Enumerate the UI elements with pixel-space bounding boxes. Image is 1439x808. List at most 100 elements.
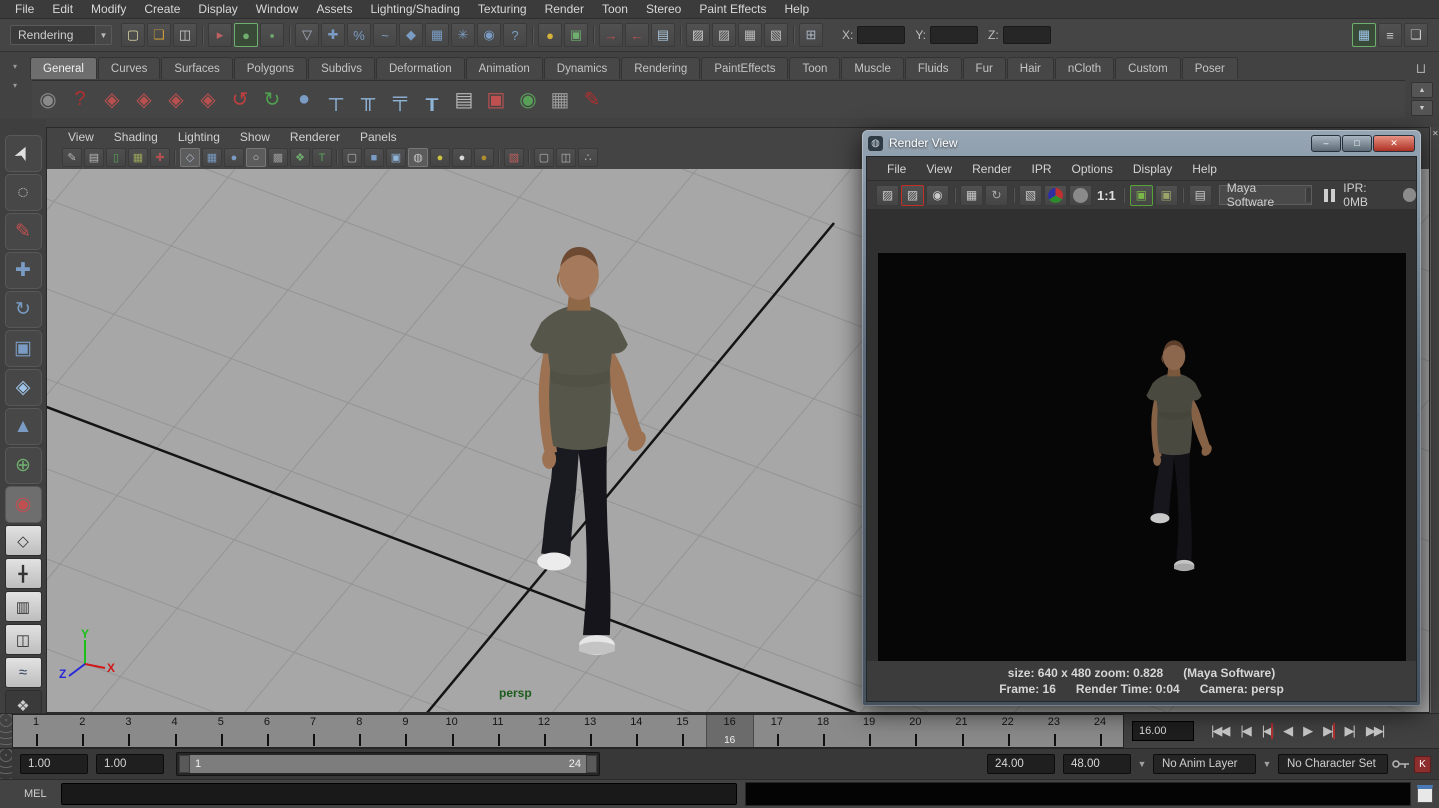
shelf-tab[interactable]: Dynamics — [544, 57, 620, 79]
open-scene-button[interactable]: ❏ — [147, 23, 171, 47]
frame-cell[interactable]: 2 — [59, 715, 105, 747]
panel-menu-item[interactable]: Panels — [351, 130, 406, 144]
step-back-key-button[interactable]: |◀ — [1259, 721, 1274, 741]
render-button[interactable]: ▨ — [876, 185, 899, 206]
set-key-icon[interactable] — [1388, 758, 1414, 770]
textured-mode-icon[interactable]: ● — [224, 148, 244, 167]
use-default-material-icon[interactable]: ○ — [246, 148, 266, 167]
select-object-mode-button[interactable]: ● — [234, 23, 258, 47]
range-slider-track[interactable]: 1 24 — [176, 752, 600, 776]
camera-dolly-icon[interactable]: ◈ — [160, 84, 192, 116]
show-manipulator-tool[interactable]: ⊕ — [5, 447, 42, 484]
menu-item[interactable]: Window — [247, 2, 308, 16]
menu-item[interactable]: Stereo — [637, 2, 690, 16]
persp-outliner-layout-button[interactable]: ▥ — [5, 591, 42, 622]
no-lights-icon[interactable]: ● — [474, 148, 494, 167]
render-view-menu-item[interactable]: IPR — [1022, 162, 1062, 176]
panel-menu-item[interactable]: Lighting — [169, 130, 229, 144]
render-view-menu-item[interactable]: Options — [1062, 162, 1123, 176]
camera-zoom-icon[interactable]: ◈ — [192, 84, 224, 116]
redo-view-icon[interactable]: ↻ — [256, 84, 288, 116]
shelf-tab[interactable]: Fluids — [905, 57, 962, 79]
soft-modification-tool[interactable]: ▲ — [5, 408, 42, 445]
menu-item[interactable]: File — [6, 2, 43, 16]
panel-menu-item[interactable]: View — [59, 130, 103, 144]
image-plane-icon[interactable]: ▦ — [128, 148, 148, 167]
outliner-persp-layout-button[interactable]: ◫ — [5, 624, 42, 655]
command-output[interactable] — [745, 782, 1411, 806]
frame-cell[interactable]: 4 — [152, 715, 198, 747]
remove-image-button[interactable]: ▣ — [1155, 185, 1178, 206]
construction-history-button[interactable]: ▤ — [651, 23, 675, 47]
joint-tree-icon[interactable]: ╥ — [352, 84, 384, 116]
hardware-texturing-icon[interactable]: ◍ — [408, 148, 428, 167]
group-objects-icon[interactable]: ▣ — [480, 84, 512, 116]
frame-cell[interactable]: 10 — [429, 715, 475, 747]
step-back-frame-button[interactable]: |◀ — [1237, 721, 1252, 741]
menu-item[interactable]: Assets — [307, 2, 361, 16]
x-input[interactable] — [857, 26, 905, 44]
mel-input[interactable] — [61, 783, 737, 805]
snap-point-button[interactable]: ✳ — [451, 23, 475, 47]
playback-end-field[interactable]: 24.00 — [987, 754, 1055, 774]
panel-menu-item[interactable]: Shading — [105, 130, 167, 144]
render-current-frame-button[interactable]: ▨ — [712, 23, 736, 47]
scroll-up-icon[interactable]: ▲ — [1411, 82, 1433, 98]
character-set-selector[interactable]: No Character Set — [1278, 754, 1388, 774]
frame-cell[interactable]: 6 — [244, 715, 290, 747]
drag-handle[interactable] — [0, 749, 12, 779]
menu-item[interactable]: Lighting/Shading — [361, 2, 468, 16]
frame-cell[interactable]: 14 — [613, 715, 659, 747]
frame-cell[interactable]: 9 — [382, 715, 428, 747]
go-to-end-button[interactable]: ▶▶| — [1363, 721, 1386, 741]
delete-object-icon[interactable]: ● — [288, 84, 320, 116]
frame-cell[interactable]: 8 — [336, 715, 382, 747]
smooth-shade-icon[interactable]: ▦ — [202, 148, 222, 167]
render-view-menu-item[interactable]: Display — [1123, 162, 1182, 176]
shelf-tab[interactable]: Custom — [1115, 57, 1181, 79]
four-pane-layout-button[interactable]: ╋ — [5, 558, 42, 589]
channel-box-toggle[interactable]: ▦ — [1352, 23, 1376, 47]
bookmark-icon[interactable]: ▯ — [106, 148, 126, 167]
trash-icon[interactable]: ⊔ — [1411, 58, 1431, 78]
frame-cell[interactable]: 18 — [800, 715, 846, 747]
maximize-button[interactable]: □ — [1342, 135, 1372, 152]
step-forward-key-button[interactable]: ▶| — [1320, 721, 1335, 741]
shelf-tab[interactable]: Surfaces — [161, 57, 232, 79]
shelf-tab-menu-icon[interactable]: ▾ — [13, 62, 17, 71]
menu-item[interactable]: Modify — [82, 2, 135, 16]
film-reel-icon[interactable]: ◉ — [32, 84, 64, 116]
frame-cell[interactable]: 23 — [1031, 715, 1077, 747]
duplicate-object-icon[interactable]: ◉ — [512, 84, 544, 116]
universal-manipulator-tool[interactable]: ◈ — [5, 369, 42, 406]
range-slider-bar[interactable]: 1 24 — [179, 755, 597, 773]
render-view-menu-item[interactable]: Help — [1182, 162, 1227, 176]
rotate-tool[interactable]: ↻ — [5, 291, 42, 328]
menu-item[interactable]: Help — [776, 2, 819, 16]
lasso-tool[interactable]: ◌ — [5, 174, 42, 211]
alpha-channel-button[interactable] — [1069, 185, 1092, 206]
snap-grid-button[interactable]: ◆ — [399, 23, 423, 47]
pan-zoom-icon[interactable]: ✚ — [150, 148, 170, 167]
node-editor-icon[interactable]: ▤ — [448, 84, 480, 116]
panel-menu-item[interactable]: Show — [231, 130, 279, 144]
shelf-menu-icon[interactable]: ▾ — [13, 81, 17, 90]
close-icon[interactable]: ✕ — [1432, 129, 1439, 138]
auto-keyframe-toggle[interactable]: K — [1414, 756, 1431, 773]
step-forward-frame-button[interactable]: ▶| — [1342, 721, 1357, 741]
play-forward-button[interactable]: ▶ — [1300, 721, 1314, 741]
menu-item[interactable]: Paint Effects — [690, 2, 775, 16]
shelf-tab[interactable]: Poser — [1182, 57, 1238, 79]
shelf-tab[interactable]: PaintEffects — [701, 57, 788, 79]
frame-cell[interactable]: 1 — [13, 715, 59, 747]
select-component-mode-button[interactable]: ▪ — [260, 23, 284, 47]
all-lights-icon[interactable]: ● — [452, 148, 472, 167]
plain-cube-icon[interactable]: ▢ — [534, 148, 554, 167]
scale-tool[interactable]: ▣ — [5, 330, 42, 367]
menu-item[interactable]: Texturing — [469, 2, 536, 16]
input-connections-button[interactable]: → — [599, 23, 623, 47]
last-tool-camera[interactable]: ◉ — [5, 486, 42, 523]
tool-settings-toggle[interactable]: ≡ — [1378, 23, 1402, 47]
go-to-start-button[interactable]: |◀◀ — [1208, 721, 1231, 741]
snap-move-button[interactable]: ✚ — [321, 23, 345, 47]
